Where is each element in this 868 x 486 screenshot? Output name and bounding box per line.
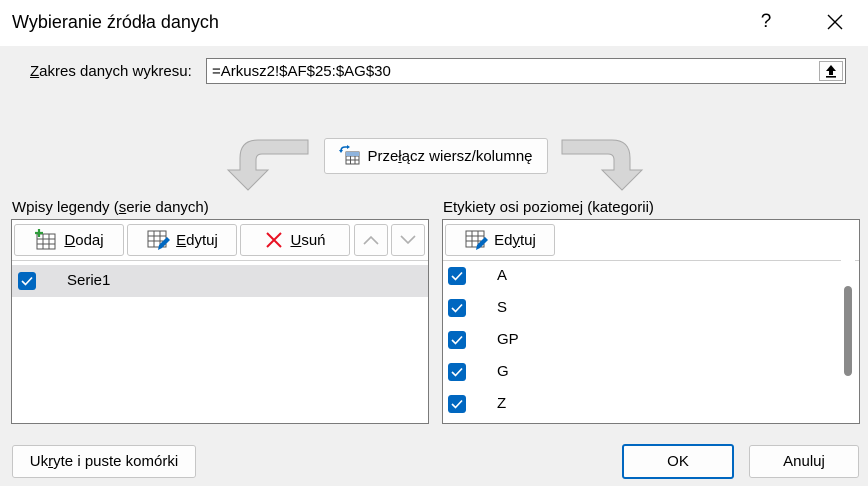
axis-item-g[interactable]: G	[443, 356, 859, 388]
axis-item-g-label: G	[497, 363, 509, 380]
edit-table-icon	[464, 228, 489, 252]
serie1-checkbox[interactable]	[18, 272, 36, 290]
axis-item-s-checkbox[interactable]	[448, 299, 466, 317]
move-up-button[interactable]	[354, 224, 388, 256]
remove-series-button[interactable]: Usuń	[240, 224, 350, 256]
axis-item-z-label: Z	[497, 395, 507, 412]
add-table-icon	[34, 228, 58, 252]
axis-toolbar: Edytuj	[443, 220, 859, 261]
axis-item-z-checkbox[interactable]	[448, 395, 466, 413]
axis-item-g-checkbox[interactable]	[448, 363, 466, 381]
chevron-down-icon	[400, 235, 416, 245]
range-collapse-button[interactable]	[819, 61, 843, 81]
close-icon	[827, 14, 843, 30]
axis-item-s[interactable]: S	[443, 292, 859, 324]
edit-table-icon	[146, 228, 171, 252]
help-button[interactable]: ?	[752, 8, 780, 36]
title-bar: Wybieranie źródła danych ?	[0, 0, 868, 46]
red-x-icon	[264, 230, 284, 250]
legend-entries-panel: Dodaj Edytuj Usuń Serie1	[11, 219, 429, 424]
ok-button[interactable]: OK	[622, 444, 734, 479]
right-curved-arrow-icon	[561, 139, 644, 191]
checkmark-icon	[21, 276, 33, 286]
dialog-title: Wybieranie źródła danych	[12, 12, 219, 32]
axis-item-a-checkbox[interactable]	[448, 267, 466, 285]
hidden-empty-cells-button[interactable]: Ukryte i puste komórki	[12, 445, 196, 478]
axis-item-s-label: S	[497, 299, 508, 316]
axis-item-gp-label: GP	[497, 331, 519, 348]
checkmark-icon	[451, 399, 463, 409]
chevron-up-icon	[363, 235, 379, 245]
collapse-up-arrow-icon	[826, 65, 836, 78]
add-series-button[interactable]: Dodaj	[14, 224, 124, 256]
axis-item-a[interactable]: A	[443, 260, 859, 292]
left-curved-arrow-icon	[226, 139, 309, 191]
edit-series-label: Edytuj	[176, 231, 218, 249]
axis-item-z[interactable]: Z	[443, 388, 859, 420]
switch-row-column-label: Przełącz wiersz/kolumnę	[367, 147, 533, 165]
checkmark-icon	[451, 271, 463, 281]
cancel-button[interactable]: Anuluj	[749, 445, 859, 478]
close-button[interactable]	[818, 6, 852, 38]
range-input[interactable]: =Arkusz2!$AF$25:$AG$30	[206, 58, 846, 84]
axis-item-gp-checkbox[interactable]	[448, 331, 466, 349]
axis-item-a-label: A	[497, 267, 508, 284]
remove-series-label: Usuń	[290, 231, 326, 249]
edit-series-button[interactable]: Edytuj	[127, 224, 237, 256]
legend-header: Wpisy legendy (serie danych)	[12, 199, 209, 216]
axis-labels-panel: Edytuj A S GP G Z	[442, 219, 860, 424]
checkmark-icon	[451, 303, 463, 313]
axis-labels-header: Etykiety osi poziomej (kategorii)	[443, 199, 654, 216]
checkmark-icon	[451, 335, 463, 345]
axis-list-scroll-thumb[interactable]	[844, 286, 852, 376]
move-down-button[interactable]	[391, 224, 425, 256]
switch-row-column-button[interactable]: Przełącz wiersz/kolumnę	[324, 138, 548, 174]
edit-axis-labels-button[interactable]: Edytuj	[445, 224, 555, 256]
edit-axis-labels-label: Edytuj	[494, 231, 536, 249]
axis-list-scrollbar[interactable]	[841, 260, 855, 422]
serie1-label: Serie1	[67, 272, 111, 289]
add-series-label: Dodaj	[64, 231, 104, 249]
checkmark-icon	[451, 367, 463, 377]
range-label: Zakres danych wykresu:	[30, 63, 192, 80]
legend-entry-serie1[interactable]: Serie1	[12, 265, 428, 297]
switch-row-column-icon	[339, 145, 361, 167]
hidden-empty-cells-label: Ukryte i puste komórki	[29, 453, 179, 470]
axis-item-gp[interactable]: GP	[443, 324, 859, 356]
legend-toolbar: Dodaj Edytuj Usuń	[12, 220, 428, 261]
range-value[interactable]: =Arkusz2!$AF$25:$AG$30	[212, 63, 391, 80]
